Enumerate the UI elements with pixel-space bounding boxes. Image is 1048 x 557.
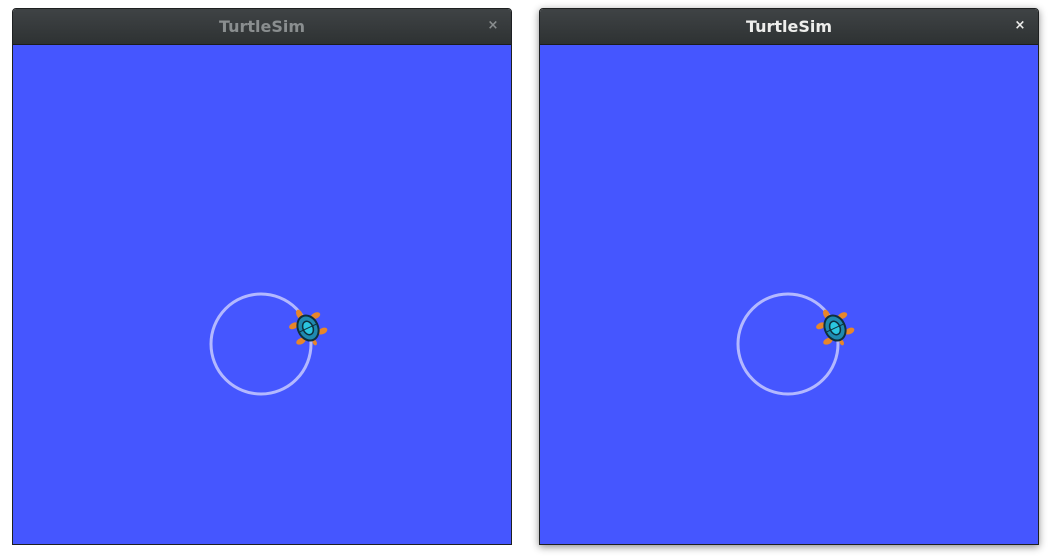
window-title: TurtleSim [218, 17, 306, 36]
close-button[interactable]: × [1010, 16, 1030, 36]
turtle-canvas [540, 45, 1038, 544]
canvas-drawing [209, 292, 328, 396]
turtle-icon [289, 309, 328, 346]
title-bar[interactable]: TurtleSim × [540, 9, 1038, 45]
turtle-icon [816, 309, 855, 346]
turtlesim-window-2: TurtleSim × [539, 8, 1039, 545]
pen-trail-circle [209, 292, 313, 396]
turtlesim-window-1: TurtleSim × [12, 8, 512, 545]
title-bar[interactable]: TurtleSim × [13, 9, 511, 45]
canvas-drawing [736, 292, 855, 396]
turtle-canvas [13, 45, 511, 544]
close-button[interactable]: × [483, 16, 503, 36]
window-title: TurtleSim [745, 17, 833, 36]
pen-trail-circle [736, 292, 840, 396]
